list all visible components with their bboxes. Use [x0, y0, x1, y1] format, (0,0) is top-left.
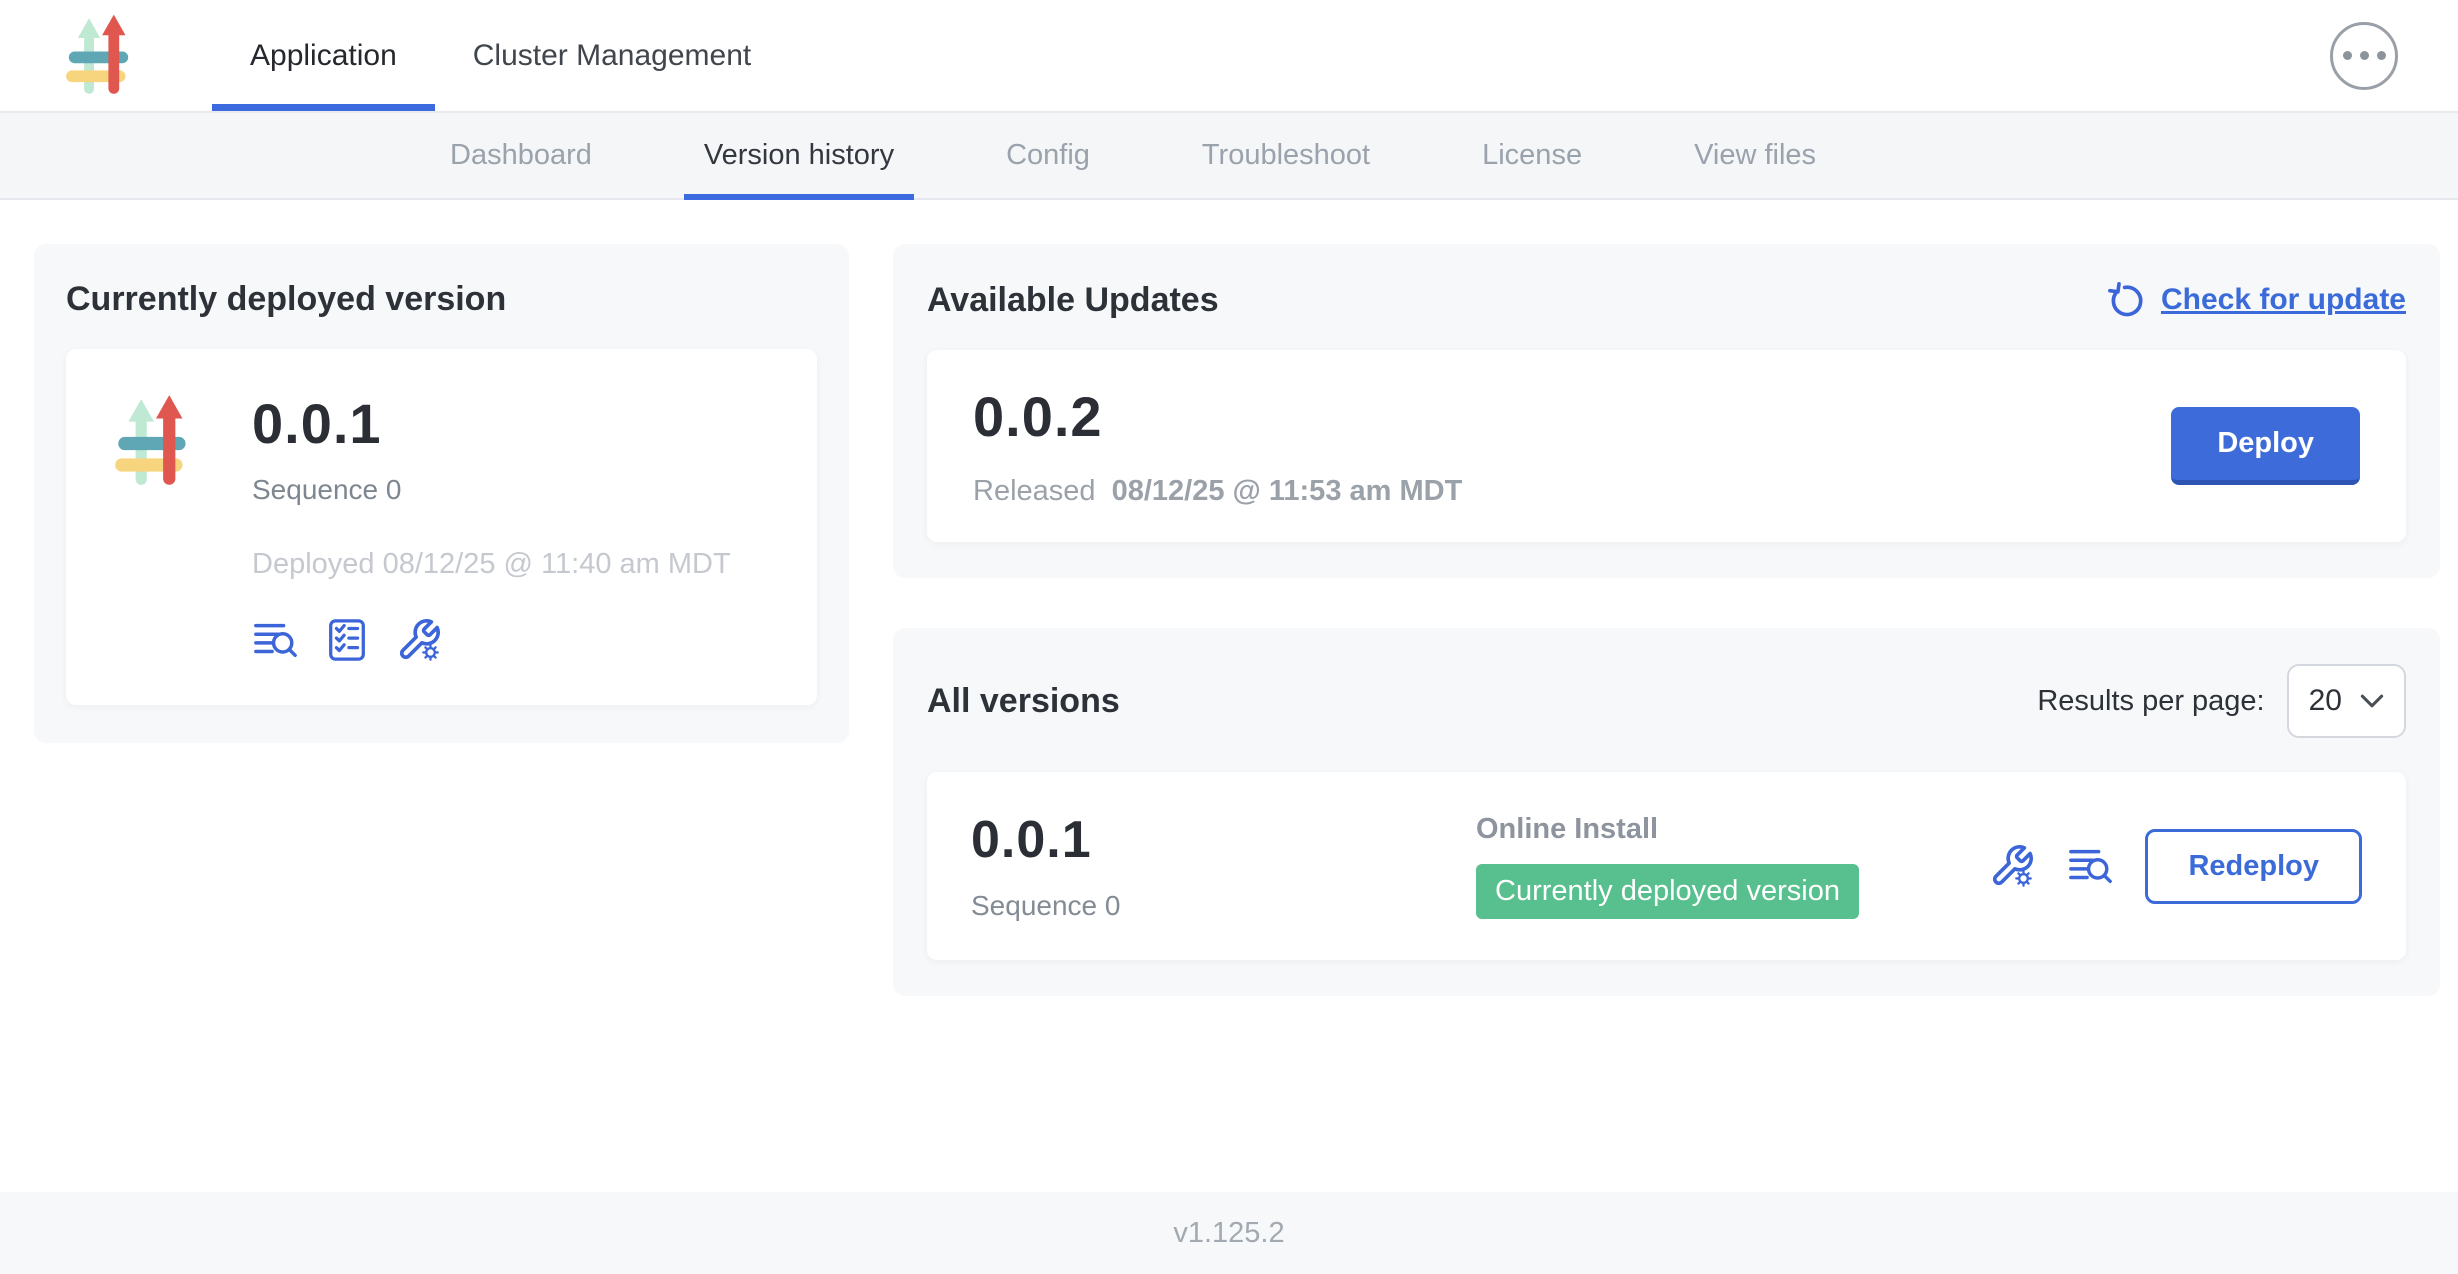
- subnav-tab-dashboard[interactable]: Dashboard: [430, 113, 612, 198]
- tab-cluster-management[interactable]: Cluster Management: [435, 0, 789, 111]
- tab-application[interactable]: Application: [212, 0, 435, 111]
- chevron-down-icon: [2360, 693, 2384, 709]
- available-updates-title: Available Updates: [927, 281, 1219, 320]
- more-options-button[interactable]: [2330, 22, 2398, 90]
- all-versions-card: All versions Results per page: 20 0.0.1 …: [893, 628, 2440, 996]
- console-footer: v1.125.2: [0, 1192, 2458, 1274]
- preflight-checklist-icon[interactable]: [324, 617, 370, 663]
- app-subnav: Dashboard Version history Config Trouble…: [0, 113, 2458, 200]
- refresh-icon: [2107, 280, 2147, 320]
- row-sequence-label: Sequence 0: [971, 890, 1476, 922]
- deployed-card-title: Currently deployed version: [66, 280, 817, 319]
- deploy-button[interactable]: Deploy: [2171, 407, 2360, 485]
- available-updates-card: Available Updates Check for update 0.0.2: [893, 244, 2440, 578]
- right-column: Available Updates Check for update 0.0.2: [893, 244, 2440, 996]
- update-version-number: 0.0.2: [973, 384, 1462, 449]
- top-header: Application Cluster Management: [0, 0, 2458, 113]
- subnav-tab-license[interactable]: License: [1462, 113, 1602, 198]
- currently-deployed-card: Currently deployed version 0.0.1 Sequenc…: [34, 244, 849, 743]
- check-for-update-link[interactable]: Check for update: [2107, 280, 2406, 320]
- all-versions-title: All versions: [927, 682, 1120, 721]
- deployed-action-icons: [252, 617, 731, 663]
- results-per-page-label: Results per page:: [2037, 685, 2264, 718]
- deployed-timestamp: Deployed 08/12/25 @ 11:40 am MDT: [252, 548, 731, 581]
- deployed-sequence-label: Sequence 0: [252, 474, 731, 506]
- deployed-version-number: 0.0.1: [252, 391, 731, 456]
- deployed-version-panel: 0.0.1 Sequence 0 Deployed 08/12/25 @ 11:…: [66, 349, 817, 705]
- currently-deployed-badge: Currently deployed version: [1476, 864, 1859, 919]
- redeploy-button[interactable]: Redeploy: [2145, 829, 2362, 904]
- main-content: Currently deployed version 0.0.1 Sequenc…: [0, 200, 2458, 1192]
- logs-search-icon[interactable]: [252, 617, 298, 663]
- subnav-tab-troubleshoot[interactable]: Troubleshoot: [1182, 113, 1390, 198]
- config-wrench-gear-icon[interactable]: [1989, 843, 2035, 889]
- available-update-row: 0.0.2 Released 08/12/25 @ 11:53 am MDT D…: [927, 350, 2406, 542]
- subnav-tab-config[interactable]: Config: [986, 113, 1110, 198]
- logs-search-icon[interactable]: [2067, 843, 2113, 889]
- subnav-tab-view-files[interactable]: View files: [1674, 113, 1836, 198]
- header-tabs: Application Cluster Management: [212, 0, 789, 111]
- console-version-label: v1.125.2: [1173, 1217, 1284, 1250]
- version-row: 0.0.1 Sequence 0 Online Install Currentl…: [927, 772, 2406, 960]
- ellipsis-menu-icon: [2343, 51, 2352, 60]
- install-type-label: Online Install: [1476, 813, 1658, 846]
- subnav-tab-version-history[interactable]: Version history: [684, 113, 914, 198]
- released-timestamp: Released 08/12/25 @ 11:53 am MDT: [973, 475, 1462, 508]
- config-wrench-gear-icon[interactable]: [396, 617, 442, 663]
- app-logo-arrows-icon: [58, 11, 148, 101]
- results-per-page-select[interactable]: 20: [2287, 664, 2406, 738]
- app-logo-arrows-icon: [106, 391, 208, 493]
- row-version-number: 0.0.1: [971, 810, 1476, 870]
